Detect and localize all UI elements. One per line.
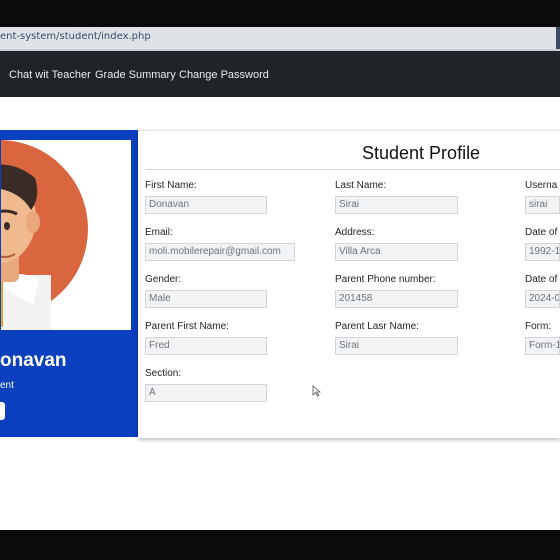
avatar — [0, 139, 132, 331]
nav-change-password[interactable]: Change Password — [179, 69, 269, 81]
username-label: Userna — [525, 180, 558, 191]
parent-phone-label: Parent Phone number: — [335, 274, 436, 285]
profile-title: Student Profile — [362, 143, 481, 163]
form-label: Form: — [525, 321, 552, 332]
page-content: onavan ent Student Profile First Name: D… — [0, 97, 560, 530]
date-of-admission-label: Date of — [525, 274, 558, 285]
last-name-label: Last Name: — [335, 180, 387, 191]
first-name-label: First Name: — [145, 180, 197, 191]
url-text[interactable]: ent-system/student/index.php — [0, 31, 151, 42]
nav-grade-summary[interactable]: Grade Summary — [95, 69, 176, 81]
gender-input[interactable]: Male — [145, 290, 267, 308]
nav-chat-with-teacher[interactable]: Chat wit Teacher — [9, 69, 91, 81]
parent-last-name-input[interactable]: Sirai — [335, 337, 458, 355]
student-role: ent — [0, 380, 14, 391]
parent-first-name-label: Parent First Name: — [145, 321, 229, 332]
title-divider — [146, 169, 560, 170]
date-of-birth-input[interactable]: 1992-1 — [525, 243, 560, 261]
email-input[interactable]: moli.mobilerepair@gmail.com — [145, 243, 295, 261]
mouse-pointer-icon — [312, 385, 321, 397]
top-navbar: Chat wit Teacher Grade Summary Change Pa… — [0, 51, 560, 97]
first-name-input[interactable]: Donavan — [145, 196, 267, 214]
section-label: Section: — [145, 368, 182, 379]
parent-first-name-input[interactable]: Fred — [145, 337, 267, 355]
student-name: onavan — [0, 350, 67, 371]
date-of-admission-input[interactable]: 2024-0 — [525, 290, 560, 308]
last-name-input[interactable]: Sirai — [335, 196, 458, 214]
address-bar-edge — [556, 27, 560, 49]
address-label: Address: — [335, 227, 375, 238]
form-input[interactable]: Form-1 — [525, 337, 560, 355]
username-input[interactable]: sirai — [525, 196, 560, 214]
address-input[interactable]: Villa Arca — [335, 243, 458, 261]
browser-address-bar[interactable]: ent-system/student/index.php — [0, 27, 560, 51]
gender-label: Gender: — [145, 274, 182, 285]
student-profile-card: Student Profile First Name: Donavan Last… — [138, 130, 560, 438]
parent-last-name-label: Parent Lasr Name: — [335, 321, 419, 332]
email-label: Email: — [145, 227, 173, 238]
section-input[interactable]: A — [145, 384, 267, 402]
student-avatar-illustration — [1, 140, 88, 330]
parent-phone-input[interactable]: 201458 — [335, 290, 458, 308]
student-sidebar-card: onavan ent — [0, 130, 138, 437]
screen-top-border — [0, 0, 560, 27]
screen-bottom-border — [0, 530, 560, 560]
social-icon[interactable] — [0, 402, 5, 420]
date-of-birth-label: Date of — [525, 227, 558, 238]
